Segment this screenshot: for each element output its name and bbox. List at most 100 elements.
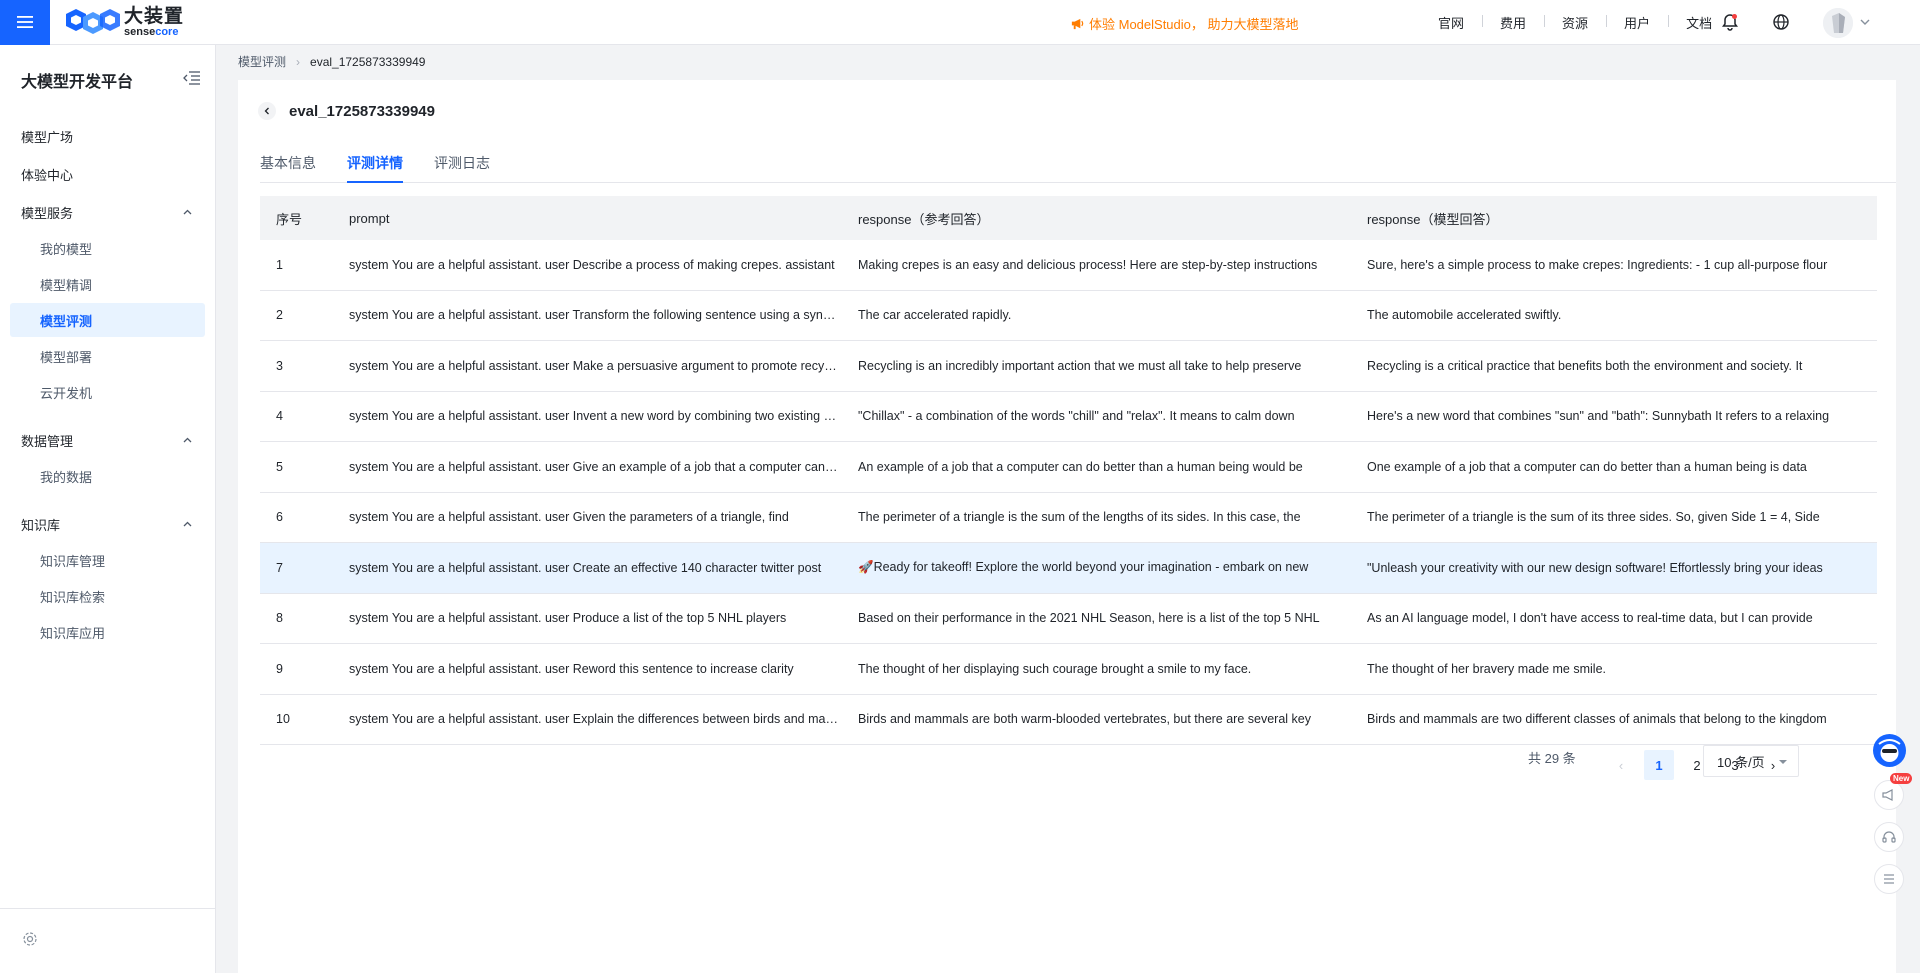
table-row[interactable]: 6 system You are a helpful assistant. use… [260, 493, 1877, 543]
sidebar-item-fine-tuning[interactable]: 模型精调 [10, 267, 205, 301]
pagination-page-1[interactable]: 1 [1644, 750, 1674, 780]
sidebar-item-model-eval[interactable]: 模型评测 [10, 303, 205, 337]
row-model-response: Birds and mammals are two different clas… [1367, 712, 1827, 727]
bell-icon[interactable] [1720, 12, 1740, 32]
megaphone-icon [1071, 18, 1084, 30]
row-index: 10 [276, 712, 290, 727]
table-row[interactable]: 4 system You are a helpful assistant. use… [260, 392, 1877, 442]
row-prompt: system You are a helpful assistant. user… [349, 510, 789, 525]
nav-users[interactable]: 用户 [1606, 13, 1668, 32]
globe-icon[interactable] [1771, 12, 1791, 32]
row-reference-response: Recycling is an incredibly important act… [858, 358, 1302, 373]
row-model-response: One example of a job that a computer can… [1367, 459, 1807, 474]
row-model-response: The automobile accelerated swiftly. [1367, 308, 1562, 323]
row-prompt: system You are a helpful assistant. user… [349, 308, 854, 323]
page-title: eval_1725873339949 [289, 103, 435, 120]
table-row[interactable]: 5 system You are a helpful assistant. use… [260, 442, 1877, 493]
sidebar-title: 大模型开发平台 [21, 74, 134, 91]
sidebar-item-label: 知识库 [21, 517, 61, 533]
tab-eval-details[interactable]: 评测详情 [347, 153, 403, 183]
tab-basic-info[interactable]: 基本信息 [260, 153, 316, 183]
sidebar-item-label: 我的数据 [40, 469, 93, 485]
table-row[interactable]: 8 system You are a helpful assistant. use… [260, 594, 1877, 644]
logo-title: 大装置 [124, 4, 185, 27]
list-icon [1884, 874, 1894, 884]
row-reference-response: The car accelerated rapidly. [858, 308, 1012, 323]
row-model-response: Recycling is a critical practice that be… [1367, 358, 1803, 373]
sidebar-group-knowledge-base[interactable]: 知识库 [10, 507, 205, 541]
table-row[interactable]: 7 system You are a helpful assistant. use… [260, 543, 1877, 594]
sidebar-item-kb-application[interactable]: 知识库应用 [10, 615, 205, 649]
sidebar-item-model-square[interactable]: 模型广场 [10, 119, 205, 153]
table-header: 序号 prompt response（参考回答） response（模型回答） [260, 196, 1877, 240]
breadcrumb: 模型评测 › eval_1725873339949 [238, 53, 425, 70]
row-reference-response: Making crepes is an easy and delicious p… [858, 257, 1318, 272]
more-tools-button[interactable] [1874, 864, 1904, 894]
collapse-sidebar-icon[interactable] [183, 70, 201, 86]
table-row[interactable]: 9 system You are a helpful assistant. use… [260, 644, 1877, 695]
sidebar-item-label: 知识库管理 [40, 553, 106, 569]
row-index: 3 [276, 358, 283, 373]
row-prompt: system You are a helpful assistant. user… [349, 560, 822, 575]
sidebar-item-my-data[interactable]: 我的数据 [10, 459, 205, 493]
sidebar-group-data-management[interactable]: 数据管理 [10, 423, 205, 457]
row-reference-response: Based on their performance in the 2021 N… [858, 611, 1320, 626]
row-reference-response: The thought of her displaying such coura… [858, 661, 1252, 676]
promo-banner-link[interactable]: 体验 ModelStudio， 助力大模型落地 [1070, 14, 1299, 33]
logo-subtitle-core: core [155, 25, 179, 38]
sidebar-item-my-models[interactable]: 我的模型 [10, 231, 205, 265]
sidebar-item-kb-management[interactable]: 知识库管理 [10, 543, 205, 577]
row-reference-response: The perimeter of a triangle is the sum o… [858, 510, 1301, 525]
row-model-response: The thought of her bravery made me smile… [1367, 661, 1607, 676]
row-prompt: system You are a helpful assistant. user… [349, 712, 858, 727]
sidebar-item-cloud-dev-machine[interactable]: 云开发机 [10, 375, 205, 409]
column-header-reference-response: response（参考回答） [858, 211, 990, 227]
pagination-prev-button[interactable]: ‹ [1606, 750, 1636, 780]
sidebar-item-experience-center[interactable]: 体验中心 [10, 157, 205, 191]
results-table: 序号 prompt response（参考回答） response（模型回答） … [260, 196, 1877, 745]
gear-icon[interactable] [22, 931, 38, 947]
nav-billing[interactable]: 费用 [1482, 13, 1544, 32]
brand-logo[interactable]: 大装置 sensecore [66, 0, 184, 45]
row-model-response: Sure, here's a simple process to make cr… [1367, 257, 1828, 272]
nav-official-site[interactable]: 官网 [1420, 13, 1482, 32]
chevron-down-icon[interactable] [1859, 16, 1871, 28]
user-avatar-icon [1823, 8, 1853, 38]
sidebar-group-model-service[interactable]: 模型服务 [10, 195, 205, 229]
row-index: 5 [276, 459, 283, 474]
pagination-total: 共 29 条 [1528, 750, 1576, 766]
table-row[interactable]: 2 system You are a helpful assistant. use… [260, 291, 1877, 341]
hamburger-icon [17, 16, 33, 28]
row-index: 8 [276, 611, 283, 626]
user-avatar[interactable] [1823, 8, 1853, 38]
page-size-select[interactable]: 10 条/页 [1703, 745, 1799, 777]
row-prompt: system You are a helpful assistant. user… [349, 409, 857, 424]
row-reference-response: 🚀Ready for takeoff! Explore the world be… [858, 560, 1309, 575]
logo-subtitle: sensecore [124, 25, 184, 38]
nav-resources[interactable]: 资源 [1544, 13, 1606, 32]
chevron-up-icon [183, 209, 192, 215]
tab-eval-logs[interactable]: 评测日志 [434, 153, 490, 183]
breadcrumb-parent-link[interactable]: 模型评测 [238, 53, 286, 70]
table-row[interactable]: 10 system You are a helpful assistant. us… [260, 695, 1877, 745]
sidebar-footer [0, 908, 216, 973]
caret-down-icon [1779, 760, 1787, 764]
menu-toggle-button[interactable] [0, 0, 50, 45]
page-size-value: 10 条/页 [1717, 754, 1765, 770]
row-index: 1 [276, 257, 283, 272]
support-button[interactable] [1874, 822, 1904, 852]
row-prompt: system You are a helpful assistant. user… [349, 661, 794, 676]
back-button[interactable] [258, 102, 276, 120]
table-row[interactable]: 1 system You are a helpful assistant. use… [260, 240, 1877, 291]
breadcrumb-current: eval_1725873339949 [310, 54, 426, 69]
sidebar-item-kb-search[interactable]: 知识库检索 [10, 579, 205, 613]
table-row[interactable]: 3 system You are a helpful assistant. use… [260, 341, 1877, 392]
sidebar-item-label: 云开发机 [40, 385, 93, 401]
chevron-up-icon [183, 521, 192, 527]
assistant-bot-button[interactable] [1873, 734, 1906, 767]
sidebar-item-label: 模型评测 [40, 313, 93, 329]
top-nav: 官网 费用 资源 用户 文档 [1420, 0, 1730, 45]
announcement-button[interactable] [1874, 780, 1904, 810]
chevron-up-icon [183, 437, 192, 443]
sidebar-item-model-deploy[interactable]: 模型部署 [10, 339, 205, 373]
